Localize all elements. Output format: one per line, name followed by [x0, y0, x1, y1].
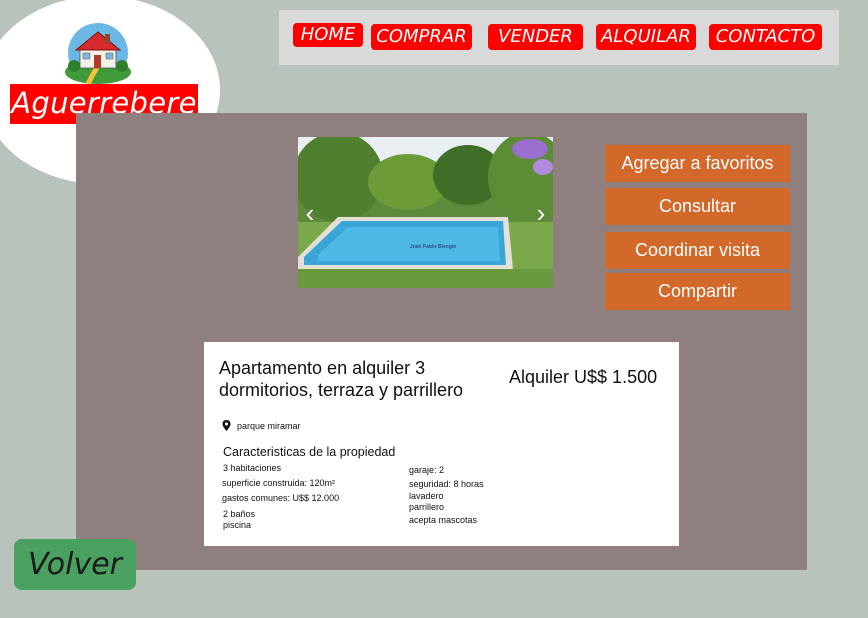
carousel-next-icon[interactable]: ›	[531, 199, 551, 227]
features-heading: Caracteristicas de la propiedad	[223, 445, 396, 459]
nav-comprar[interactable]: COMPRAR	[371, 24, 472, 50]
nav-contacto[interactable]: CONTACTO	[709, 24, 822, 50]
listing-title: Apartamento en alquiler 3 dormitorios, t…	[219, 358, 464, 400]
carousel-prev-icon[interactable]: ‹	[300, 199, 320, 227]
listing-price: Alquiler U$$ 1.500	[509, 367, 658, 387]
listing-card: Apartamento en alquiler 3 dormitorios, t…	[204, 342, 679, 546]
feature-item: acepta mascotas	[409, 515, 478, 525]
house-icon	[65, 23, 131, 84]
share-button[interactable]: Compartir	[605, 273, 790, 310]
nav-vender[interactable]: VENDER	[488, 24, 583, 50]
consult-button[interactable]: Consultar	[605, 188, 790, 225]
feature-item: seguridad: 8 horas	[409, 479, 484, 489]
main-nav: HOME COMPRAR VENDER ALQUILAR CONTACTO	[279, 10, 839, 65]
photo-watermark: Juan Pablo Blengio	[409, 244, 457, 250]
feature-item: lavadero	[409, 491, 444, 501]
location-text: parque miramar	[237, 421, 301, 431]
feature-item: parrillero	[409, 502, 445, 512]
image-carousel[interactable]: Juan Pablo Blengio ‹ ›	[298, 137, 553, 288]
feature-item: 2 baños	[223, 509, 256, 519]
pool-garden-photo	[298, 137, 553, 288]
feature-item: superficie construida: 120m²	[222, 478, 336, 488]
schedule-visit-button[interactable]: Coordinar visita	[605, 232, 790, 269]
feature-item: gastos comunes: U$$ 12.000	[222, 493, 340, 503]
feature-item: 3 habitaciones	[223, 463, 282, 473]
add-favorites-button[interactable]: Agregar a favoritos	[605, 145, 790, 182]
nav-alquilar[interactable]: ALQUILAR	[596, 24, 696, 50]
location-pin-icon	[222, 420, 231, 431]
back-button[interactable]: Volver	[14, 539, 136, 590]
feature-item: garaje: 2	[409, 465, 445, 475]
feature-item: piscina	[223, 520, 252, 530]
nav-home[interactable]: HOME	[293, 23, 363, 47]
